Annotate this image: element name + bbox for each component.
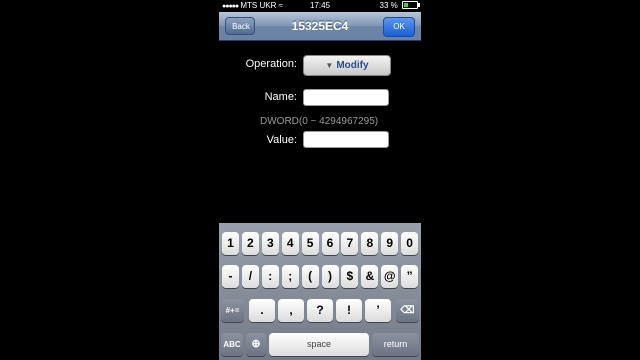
digit-key[interactable]: 2 [241, 232, 259, 255]
value-range-hint: DWORD(0 ~ 4294967295) [260, 116, 379, 127]
status-bar: ●●●●● MTS UKR ≈ 17:45 33 % [219, 0, 421, 12]
symbol-key[interactable]: $ [341, 265, 359, 288]
digit-key[interactable]: 3 [261, 232, 279, 255]
value-field[interactable] [303, 131, 389, 148]
globe-icon: ⊕ [251, 338, 261, 350]
symbol-key[interactable]: ( [301, 265, 319, 288]
ok-button[interactable]: OK [383, 17, 415, 37]
name-field[interactable] [303, 89, 389, 106]
page-title: 15325EC4 [291, 19, 349, 33]
punctuation-key[interactable]: . [249, 299, 275, 322]
more-symbols-key[interactable]: #+= [221, 299, 244, 322]
numeric-keyboard: 1234567890 - /:;() $ & @” #+= .,?!’ ⌫ ABC ⊕ … [219, 223, 421, 360]
symbol-key[interactable]: & [361, 265, 379, 288]
punctuation-key[interactable]: ’ [365, 299, 391, 322]
battery-icon [402, 1, 420, 9]
digit-key[interactable]: 8 [361, 232, 379, 255]
digit-key[interactable]: 4 [281, 232, 299, 255]
phone-screen: ●●●●● MTS UKR ≈ 17:45 33 % Back 15325EC4… [219, 0, 421, 360]
dropdown-triangle-icon: ▼ [325, 61, 334, 70]
symbol-key[interactable]: : [261, 265, 279, 288]
symbol-key[interactable]: ) [321, 265, 339, 288]
operation-dropdown[interactable]: ▼ Modify [303, 55, 391, 76]
punctuation-key[interactable]: ! [336, 299, 362, 322]
digit-key[interactable]: 9 [381, 232, 399, 255]
name-label: Name: [264, 91, 297, 103]
space-key[interactable]: space [269, 333, 369, 356]
punctuation-key[interactable]: , [278, 299, 304, 322]
symbol-key[interactable]: - [222, 265, 239, 288]
battery-percent: 33 % [379, 1, 398, 10]
backspace-key[interactable]: ⌫ [396, 299, 419, 322]
edit-form: Operation: ▼ Modify Name: DWORD(0 ~ 42949… [219, 41, 421, 223]
globe-key[interactable]: ⊕ [246, 333, 266, 356]
symbol-key[interactable]: ; [281, 265, 299, 288]
back-button[interactable]: Back [225, 17, 255, 35]
abc-key[interactable]: ABC [221, 333, 243, 356]
digit-key[interactable]: 0 [401, 232, 419, 255]
digit-key[interactable]: 5 [301, 232, 319, 255]
operation-value: Modify [336, 60, 369, 71]
symbol-key[interactable]: @ [381, 265, 399, 288]
punctuation-key[interactable]: ? [307, 299, 333, 322]
value-label: Value: [266, 134, 297, 146]
operation-label: Operation: [245, 58, 297, 70]
digit-key[interactable]: 7 [341, 232, 359, 255]
symbol-key[interactable]: ” [401, 265, 419, 288]
digit-key[interactable]: 6 [321, 232, 339, 255]
backspace-icon: ⌫ [400, 305, 415, 316]
navigation-bar: Back 15325EC4 OK [219, 12, 421, 41]
digit-key[interactable]: 1 [222, 232, 239, 255]
symbol-key[interactable]: / [241, 265, 259, 288]
battery-area: 33 % [379, 0, 420, 12]
return-key[interactable]: return [372, 333, 419, 356]
